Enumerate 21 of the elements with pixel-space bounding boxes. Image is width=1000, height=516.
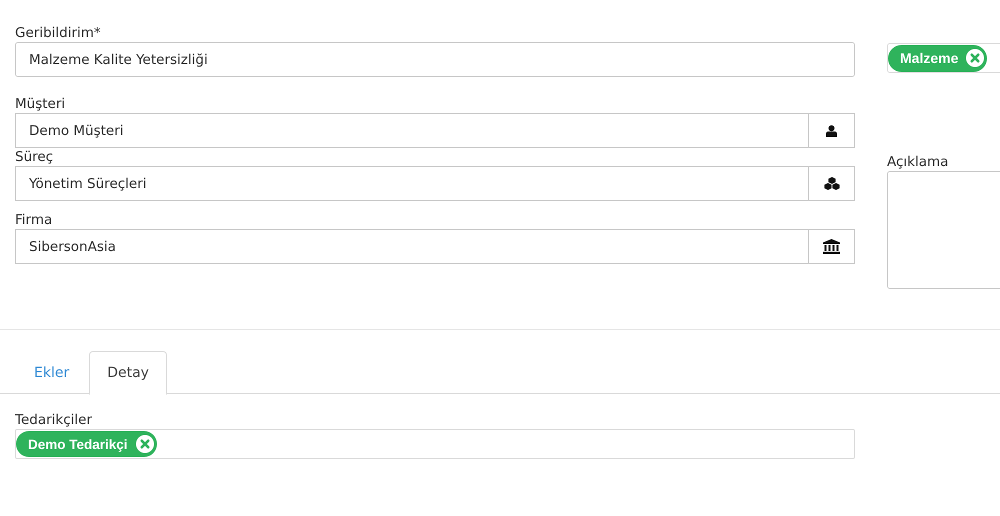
field-label: Geribildirim* bbox=[15, 24, 102, 42]
field-label: Müşteri bbox=[15, 95, 66, 113]
field-label: Süreç bbox=[15, 148, 54, 166]
field-label: Tedarikçiler bbox=[15, 411, 93, 429]
lookup-button[interactable] bbox=[809, 113, 855, 148]
bank-icon bbox=[823, 239, 840, 254]
lookup-input[interactable]: Demo Müşteri bbox=[15, 113, 809, 148]
tab[interactable]: Detay bbox=[89, 351, 167, 395]
lookup-input[interactable]: Yönetim Süreçleri bbox=[15, 166, 809, 201]
lookup-button[interactable] bbox=[809, 166, 855, 201]
lookup-button[interactable] bbox=[809, 229, 855, 264]
feedback-input[interactable]: Malzeme Kalite Yetersizliği bbox=[15, 42, 855, 77]
lookup-input[interactable]: SibersonAsia bbox=[15, 229, 809, 264]
cubes-icon bbox=[822, 176, 840, 191]
field-label: Açıklama bbox=[887, 153, 950, 171]
tag-label: Demo Tedarikçi bbox=[28, 436, 128, 452]
field-label: Firma bbox=[15, 211, 54, 229]
user-icon bbox=[826, 124, 837, 136]
tag-label: Malzeme bbox=[900, 50, 958, 66]
remove-icon[interactable] bbox=[966, 49, 984, 67]
remove-icon[interactable] bbox=[136, 435, 154, 453]
